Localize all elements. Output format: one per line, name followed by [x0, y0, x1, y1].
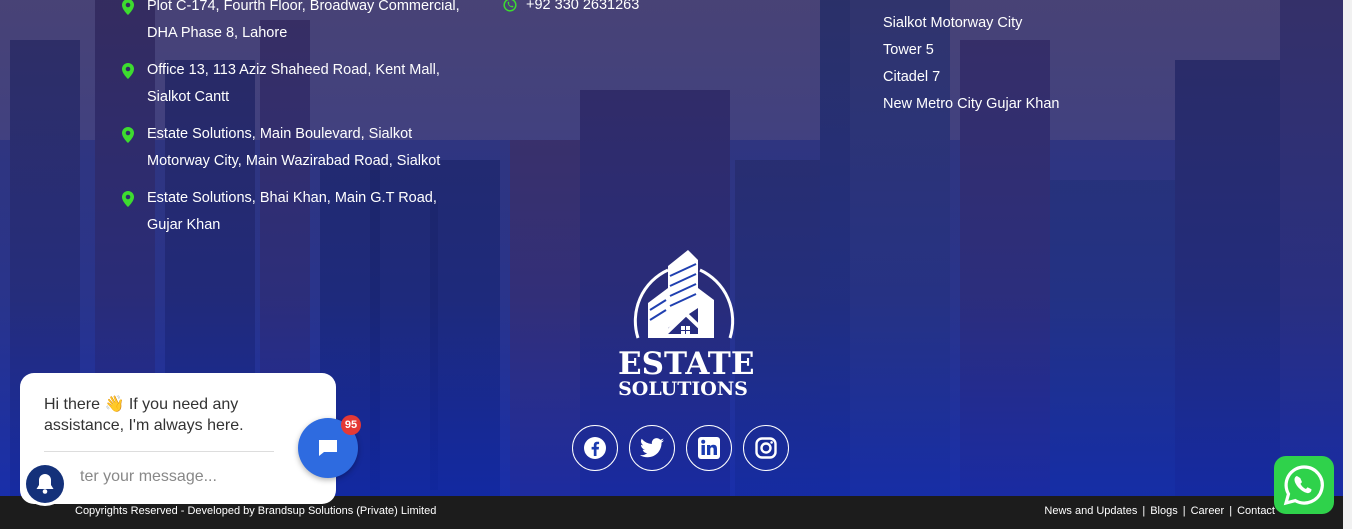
address-line: Gujar Khan: [147, 217, 221, 233]
address-item: Office 13, 113 Aziz Shaheed Road, Kent M…: [122, 57, 482, 111]
location-pin-icon: [122, 127, 134, 143]
footer-link-blogs[interactable]: Blogs: [1150, 505, 1178, 517]
footer-links: News and Updates | Blogs | Career | Cont…: [1044, 505, 1275, 517]
address-item: Plot C-174, Fourth Floor, Broadway Comme…: [122, 0, 482, 47]
project-link[interactable]: Sialkot Motorway City: [883, 10, 1059, 37]
address-line: Estate Solutions, Main Boulevard, Sialko…: [147, 126, 413, 142]
address-line: Estate Solutions, Bhai Khan, Main G.T Ro…: [147, 190, 437, 206]
phone-contact[interactable]: +92 330 2631263: [503, 0, 639, 13]
facebook-button[interactable]: [572, 425, 618, 471]
whatsapp-icon: [503, 0, 517, 12]
notification-bell-button[interactable]: [23, 462, 67, 506]
footer-link-contact[interactable]: Contact: [1237, 505, 1275, 517]
phone-number[interactable]: +92 330 2631263: [526, 0, 639, 13]
chat-popup: Hi there 👋 If you need any assistance, I…: [20, 373, 336, 504]
chat-bubble-icon: [319, 440, 337, 456]
address-item: Estate Solutions, Main Boulevard, Sialko…: [122, 121, 482, 175]
chat-greeting: Hi there 👋 If you need any assistance, I…: [44, 396, 244, 434]
chat-message-input[interactable]: ter your message...: [80, 468, 217, 486]
estate-solutions-logo[interactable]: ESTATE SOLUTIONS: [618, 248, 755, 400]
address-line: Office 13, 113 Aziz Shaheed Road, Kent M…: [147, 62, 440, 78]
logo-wordmark-sub: SOLUTIONS: [618, 378, 748, 400]
bell-icon: [36, 474, 54, 494]
logo-wordmark: ESTATE: [618, 346, 755, 382]
copyright-text: Copyrights Reserved - Developed by Brand…: [75, 505, 437, 517]
project-link[interactable]: Citadel 7: [883, 64, 1059, 91]
footer-link-career[interactable]: Career: [1191, 505, 1225, 517]
twitter-button[interactable]: [629, 425, 675, 471]
address-line: Plot C-174, Fourth Floor, Broadway Comme…: [147, 0, 460, 14]
address-line: Sialkot Cantt: [147, 89, 230, 105]
building-logo-icon: [633, 250, 735, 339]
footer-separator: |: [1229, 505, 1233, 517]
footer-link-news[interactable]: News and Updates: [1044, 505, 1137, 517]
project-list: Sialkot Motorway City Tower 5 Citadel 7 …: [883, 10, 1059, 118]
project-link[interactable]: Tower 5: [883, 37, 1059, 64]
address-line: DHA Phase 8, Lahore: [147, 25, 288, 41]
twitter-icon: [640, 438, 664, 458]
address-item: Estate Solutions, Bhai Khan, Main G.T Ro…: [122, 185, 482, 239]
project-link[interactable]: New Metro City Gujar Khan: [883, 91, 1059, 118]
location-pin-icon: [122, 191, 134, 207]
location-pin-icon: [122, 0, 134, 15]
page-scrollbar[interactable]: [1343, 0, 1352, 529]
address-list: Plot C-174, Fourth Floor, Broadway Comme…: [122, 0, 482, 249]
notification-bell-circle: [26, 465, 64, 503]
footer-separator: |: [1182, 505, 1186, 517]
address-line: Motorway City, Main Wazirabad Road, Sial…: [147, 153, 441, 169]
linkedin-button[interactable]: [686, 425, 732, 471]
instagram-button[interactable]: [743, 425, 789, 471]
whatsapp-icon: [1283, 465, 1324, 506]
instagram-icon: [755, 437, 777, 459]
unread-count-badge: 95: [341, 415, 361, 435]
linkedin-icon: [698, 437, 720, 459]
whatsapp-chat-button[interactable]: [1274, 456, 1334, 514]
footer-separator: |: [1142, 505, 1146, 517]
location-pin-icon: [122, 63, 134, 79]
chat-divider: [44, 451, 274, 452]
facebook-icon: [584, 437, 606, 459]
